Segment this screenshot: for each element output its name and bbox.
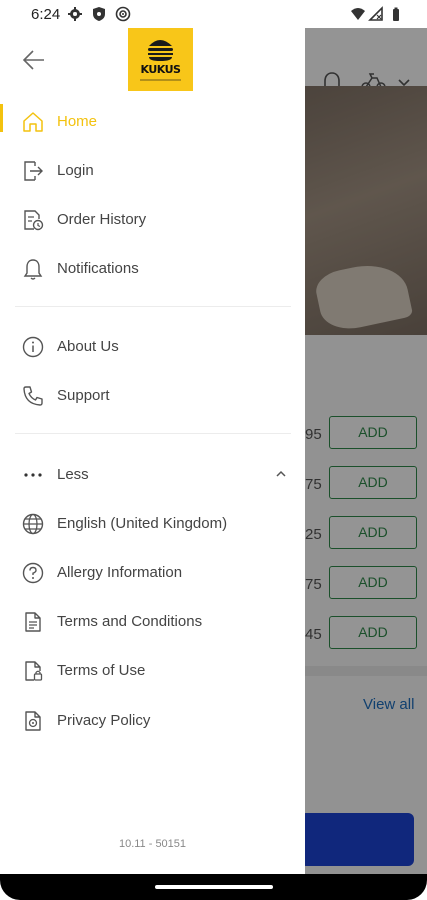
brand-logo: KUKUS xyxy=(128,28,193,91)
nav-item-support[interactable]: Support xyxy=(0,374,305,418)
chevron-up-icon[interactable] xyxy=(274,467,288,481)
info-icon xyxy=(22,336,44,358)
globe-icon xyxy=(22,513,44,535)
nav-item-notifications[interactable]: Notifications xyxy=(0,247,305,291)
navigation-drawer: KUKUS Home Login Order History Notificat… xyxy=(0,28,305,874)
nav-item-label: Login xyxy=(57,162,94,179)
battery-icon xyxy=(393,7,399,21)
target-icon xyxy=(115,6,131,22)
nav-item-label: Notifications xyxy=(57,260,139,277)
nav-item-login[interactable]: Login xyxy=(0,149,305,193)
nav-item-terms-and-conditions[interactable]: Terms and Conditions xyxy=(0,600,305,644)
shield-icon xyxy=(93,7,105,21)
nav-item-label: Order History xyxy=(57,211,147,228)
nav-item-label: English (United Kingdom) xyxy=(57,515,228,532)
nav-item-label: Allergy Information xyxy=(57,564,183,581)
drawer-divider xyxy=(15,306,291,307)
nav-item-about-us[interactable]: About Us xyxy=(0,325,305,369)
nav-item-label: About Us xyxy=(57,338,119,355)
wifi-icon xyxy=(351,8,365,20)
app-version: 10.11 - 50151 xyxy=(118,838,187,850)
nav-item-allergy-information[interactable]: Allergy Information xyxy=(0,551,305,595)
nav-item-order-history[interactable]: Order History xyxy=(0,198,305,242)
logo-tagline-line xyxy=(140,79,181,81)
nav-item-privacy-policy[interactable]: Privacy Policy xyxy=(0,699,305,743)
privacy-icon xyxy=(25,711,41,731)
question-icon xyxy=(22,562,44,584)
order-history-icon xyxy=(24,210,44,231)
document-icon xyxy=(25,612,41,632)
more-toggle[interactable]: Less xyxy=(0,453,305,497)
nav-item-label: Support xyxy=(57,387,110,404)
drawer-divider xyxy=(15,433,291,434)
bell-icon xyxy=(23,259,43,280)
phone-icon xyxy=(23,386,43,406)
gesture-nav-bar xyxy=(0,874,427,900)
app-screen: 95 ADD 75 ADD 25 ADD 75 ADD 45 ADD View … xyxy=(0,0,427,900)
login-icon xyxy=(24,161,43,181)
nav-item-label: Terms of Use xyxy=(57,662,146,679)
document-lock-icon xyxy=(25,661,43,681)
nav-item-language[interactable]: English (United Kingdom) xyxy=(0,502,305,546)
nav-item-label: Home xyxy=(57,113,98,130)
logo-wordmark: KUKUS xyxy=(140,63,181,76)
nav-item-terms-of-use[interactable]: Terms of Use xyxy=(0,649,305,693)
more-toggle-label: Less xyxy=(57,466,89,483)
status-time: 6:24 xyxy=(31,6,61,23)
gear-icon xyxy=(68,7,82,21)
nav-item-label: Privacy Policy xyxy=(57,712,151,729)
status-bar: 6:24 xyxy=(0,0,427,28)
back-arrow-icon[interactable] xyxy=(20,46,48,74)
nav-item-label: Terms and Conditions xyxy=(57,613,203,630)
burger-logo-icon xyxy=(148,40,173,61)
signal-icon xyxy=(368,6,383,21)
home-gesture-handle[interactable] xyxy=(155,885,273,889)
home-icon xyxy=(23,112,43,132)
nav-item-home[interactable]: Home xyxy=(0,100,305,144)
more-dots-icon xyxy=(24,473,42,477)
active-indicator xyxy=(0,104,3,132)
